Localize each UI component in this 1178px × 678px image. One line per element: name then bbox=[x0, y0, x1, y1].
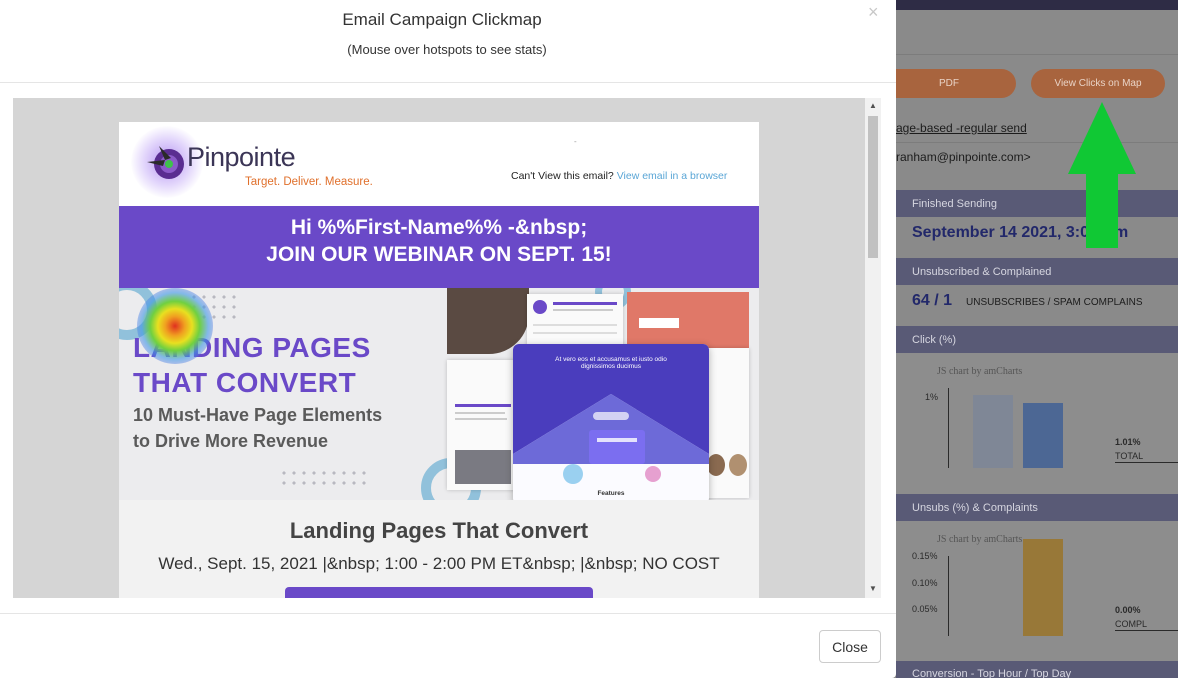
green-arrow-shaft-icon bbox=[1086, 168, 1118, 248]
unsubs-chart-axis bbox=[948, 556, 949, 636]
logo-tagline: Target. Deliver. Measure. bbox=[245, 176, 373, 188]
mockup-page-left bbox=[447, 360, 521, 490]
unsubs-complaints-header: Unsubs (%) & Complaints bbox=[896, 494, 1178, 521]
close-icon[interactable]: × bbox=[868, 2, 879, 23]
modal-header: Email Campaign Clickmap (Mouse over hots… bbox=[0, 0, 896, 83]
click-percent-header: Click (%) bbox=[896, 326, 1178, 353]
email-body: Pinpointe Target. Deliver. Measure. - Ca… bbox=[119, 122, 759, 598]
click-axis-tick: 1% bbox=[925, 392, 939, 402]
finished-sending-value: September 14 2021, 3:0 bbox=[912, 224, 1089, 241]
finished-sending-header: Finished Sending bbox=[896, 190, 1178, 217]
close-button[interactable]: Close bbox=[819, 630, 881, 663]
unsubscribed-complained-header: Unsubscribed & Complained bbox=[896, 258, 1178, 285]
unsubs-axis-tick: 0.05% bbox=[912, 604, 938, 614]
click-total-label: TOTAL bbox=[1115, 451, 1144, 461]
hero-title-line1: LANDING PAGES bbox=[133, 332, 371, 363]
conversion-header: Conversion - Top Hour / Top Day bbox=[896, 661, 1178, 678]
banner-greeting: Hi %%First-Name%% -&nbsp; bbox=[290, 216, 588, 239]
unsubs-compl-value: 0.00% bbox=[1115, 605, 1141, 615]
divider bbox=[896, 54, 1178, 55]
from-email-text: ranham@pinpointe.com> bbox=[896, 150, 1031, 164]
scroll-down-icon[interactable]: ▼ bbox=[869, 584, 877, 593]
green-arrow-head-icon bbox=[1068, 102, 1136, 174]
cant-view-line: Can't View this email? View email in a b… bbox=[511, 170, 727, 182]
scroll-up-icon[interactable]: ▲ bbox=[869, 101, 877, 110]
unsubs-chart-credit: JS chart by amCharts bbox=[937, 534, 1023, 545]
modal-subtitle: (Mouse over hotspots to see stats) bbox=[347, 42, 547, 57]
unsubs-axis-tick: 0.10% bbox=[912, 578, 938, 588]
cant-view-text: Can't View this email? bbox=[511, 170, 614, 182]
hero-image[interactable]: At vero eos et accusamus et iusto odio d… bbox=[119, 288, 759, 500]
unsubscribe-label: UNSUBSCRIBES / SPAM COMPLAINS bbox=[966, 297, 1143, 308]
event-details: Landing Pages That Convert Wed., Sept. 1… bbox=[119, 500, 759, 598]
mockup-headline: At vero eos et accusamus et iusto odio d… bbox=[555, 356, 667, 370]
event-title: Landing Pages That Convert bbox=[289, 518, 589, 543]
email-header: Pinpointe Target. Deliver. Measure. - Ca… bbox=[119, 122, 759, 206]
logo-name: Pinpointe bbox=[187, 142, 296, 172]
unsubs-bar bbox=[1023, 539, 1063, 636]
event-date-time: Wed., Sept. 15, 2021 |&nbsp; 1:00 - 2:00… bbox=[158, 554, 720, 573]
hero-subtitle-line1: 10 Must-Have Page Elements bbox=[133, 405, 383, 425]
divider: - bbox=[574, 137, 577, 146]
hero-title-line2: THAT CONVERT bbox=[133, 367, 357, 398]
banner-headline: JOIN OUR WEBINAR ON SEPT. 15! bbox=[266, 243, 612, 266]
unsubscribe-count: 64 / 1 bbox=[912, 292, 953, 309]
decor-dots bbox=[279, 468, 369, 488]
modal-footer: Close bbox=[0, 613, 896, 678]
pinpointe-logo-icon bbox=[147, 146, 184, 179]
email-preview-frame[interactable]: Pinpointe Target. Deliver. Measure. - Ca… bbox=[13, 98, 865, 598]
webinar-banner[interactable]: Hi %%First-Name%% -&nbsp; JOIN OUR WEBIN… bbox=[119, 206, 759, 288]
scroll-thumb[interactable] bbox=[868, 116, 878, 258]
clickmap-modal: Email Campaign Clickmap (Mouse over hots… bbox=[0, 0, 896, 678]
click-bar-2 bbox=[1023, 403, 1063, 468]
click-bar-1 bbox=[973, 395, 1013, 468]
preview-scrollbar[interactable]: ▲ ▼ bbox=[865, 98, 881, 598]
modal-title: Email Campaign Clickmap bbox=[342, 10, 542, 29]
click-total-rule bbox=[1115, 462, 1178, 463]
click-total-value: 1.01% bbox=[1115, 437, 1141, 447]
view-in-browser-link[interactable]: View email in a browser bbox=[617, 170, 728, 182]
hero-subtitle-line2: to Drive More Revenue bbox=[133, 431, 329, 451]
click-chart-credit: JS chart by amCharts bbox=[937, 366, 1023, 377]
view-clicks-on-map-button[interactable]: View Clicks on Map bbox=[1031, 69, 1165, 98]
mockup-features-label: Features bbox=[597, 490, 625, 497]
unsubs-compl-label: COMPL bbox=[1115, 619, 1148, 629]
report-topbar bbox=[896, 0, 1178, 10]
pdf-button[interactable]: PDF bbox=[882, 69, 1016, 98]
campaign-type-link[interactable]: age-based -regular send bbox=[896, 121, 1027, 135]
mockup-page-right-header bbox=[627, 292, 749, 348]
register-button[interactable] bbox=[285, 587, 593, 598]
decor-dots bbox=[189, 292, 239, 322]
mockup-page-main: At vero eos et accusamus et iusto odio d… bbox=[513, 344, 709, 500]
click-chart-axis bbox=[948, 388, 949, 468]
unsubs-axis-tick: 0.15% bbox=[912, 551, 938, 561]
unsubs-compl-rule bbox=[1115, 630, 1178, 631]
